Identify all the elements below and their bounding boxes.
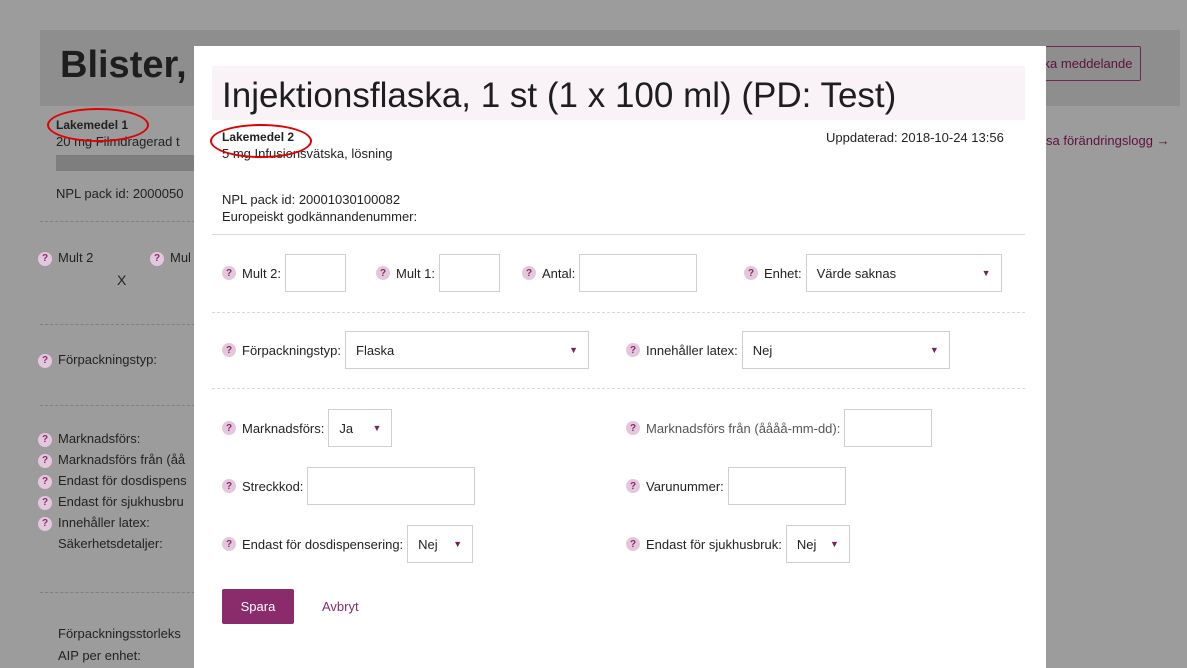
- save-button[interactable]: Spara: [222, 589, 294, 624]
- background-marketed: ? Marknadsförs:: [38, 431, 140, 447]
- antal-field: ? Antal:: [522, 254, 698, 292]
- help-icon[interactable]: ?: [626, 537, 640, 551]
- background-mult1: ? Mul: [150, 250, 191, 266]
- background-aip-per-unit: AIP per enhet:: [58, 648, 141, 663]
- background-package-size: Förpackningsstorleks: [58, 626, 181, 641]
- help-icon: ?: [38, 474, 52, 489]
- marketed-select[interactable]: Ja ▼: [328, 409, 393, 447]
- marketed-field: ? Marknadsförs: Ja ▼: [222, 409, 393, 447]
- modal-divider: [212, 312, 1025, 313]
- background-safety-details: Säkerhetsdetaljer:: [58, 536, 163, 551]
- packaging-type-field: ? Förpackningstyp: Flaska ▼: [222, 331, 589, 369]
- packaging-type-label: Förpackningstyp:: [242, 342, 341, 358]
- background-divider: [40, 324, 195, 325]
- latex-field: ? Innehåller latex: Nej ▼: [626, 331, 950, 369]
- background-packaging-type: ? Förpackningstyp:: [38, 352, 157, 368]
- mult2-field: ? Mult 2:: [222, 254, 347, 292]
- help-icon[interactable]: ?: [376, 266, 390, 280]
- help-icon: ?: [38, 495, 52, 510]
- background-npl-pack-id: NPL pack id: 2000050: [56, 186, 184, 201]
- chevron-down-icon: ▼: [453, 539, 463, 549]
- latex-selected-value: Nej: [752, 342, 773, 358]
- barcode-label: Streckkod:: [242, 478, 304, 494]
- help-icon: ?: [38, 251, 52, 266]
- enhet-label: Enhet:: [764, 265, 802, 281]
- help-icon[interactable]: ?: [222, 343, 236, 357]
- chevron-down-icon: ▼: [569, 345, 578, 355]
- background-divider: [40, 405, 195, 406]
- help-icon[interactable]: ?: [626, 343, 640, 357]
- modal-divider: [212, 388, 1025, 389]
- help-icon[interactable]: ?: [626, 479, 640, 493]
- highlight-circle: [210, 124, 312, 158]
- chevron-down-icon: ▼: [829, 539, 839, 549]
- help-icon[interactable]: ?: [222, 266, 236, 280]
- antal-label: Antal:: [542, 265, 576, 281]
- marketed-from-field: ? Marknadsförs från (åååå-mm-dd):: [626, 409, 933, 447]
- barcode-input[interactable]: [307, 467, 476, 505]
- background-marketed-from: ? Marknadsförs från (åå: [38, 452, 185, 468]
- modal-npl-pack-id: NPL pack id: 20001030100082: [222, 192, 401, 207]
- hospital-use-field: ? Endast för sjukhusbruk: Nej ▼: [626, 525, 850, 563]
- help-icon: ?: [150, 251, 164, 266]
- background-bar: [56, 155, 196, 171]
- antal-input[interactable]: [579, 254, 698, 292]
- marketed-selected-value: Ja: [339, 420, 354, 436]
- dose-dispensing-select[interactable]: Nej ▼: [407, 525, 474, 563]
- help-icon[interactable]: ?: [222, 479, 236, 493]
- cancel-link[interactable]: Avbryt: [322, 599, 359, 614]
- item-number-input[interactable]: [727, 467, 846, 505]
- barcode-field: ? Streckkod:: [222, 467, 476, 505]
- marketed-from-label: Marknadsförs från (åååå-mm-dd):: [646, 420, 841, 436]
- item-number-label: Varunummer:: [646, 478, 724, 494]
- background-hospital-use: ? Endast för sjukhusbru: [38, 494, 184, 510]
- edit-package-modal: Injektionsflaska, 1 st (1 x 100 ml) (PD:…: [194, 46, 1046, 668]
- mult2-input[interactable]: [285, 254, 347, 292]
- dose-dispensing-selected-value: Nej: [418, 536, 438, 552]
- help-icon[interactable]: ?: [522, 266, 536, 280]
- highlight-circle: [47, 108, 149, 142]
- chevron-down-icon: ▼: [372, 423, 382, 433]
- chevron-down-icon: ▼: [929, 345, 939, 355]
- help-icon[interactable]: ?: [744, 266, 758, 280]
- dose-dispensing-label: Endast för dosdispensering:: [242, 536, 404, 552]
- mult1-label: Mult 1:: [396, 265, 436, 281]
- enhet-select[interactable]: Värde saknas ▼: [805, 254, 1002, 292]
- background-latex: ? Innehåller latex:: [38, 515, 150, 531]
- dose-dispensing-field: ? Endast för dosdispensering: Nej ▼: [222, 525, 474, 563]
- mult1-input[interactable]: [439, 254, 501, 292]
- mult1-field: ? Mult 1:: [376, 254, 501, 292]
- enhet-selected-value: Värde saknas: [816, 265, 897, 281]
- background-dose-dispensing: ? Endast för dosdispens: [38, 473, 187, 489]
- marketed-label: Marknadsförs:: [242, 420, 325, 436]
- mult2-label: Mult 2:: [242, 265, 282, 281]
- hospital-use-label: Endast för sjukhusbruk:: [646, 536, 782, 552]
- help-icon: ?: [38, 516, 52, 531]
- help-icon: ?: [38, 453, 52, 468]
- background-divider: [40, 592, 195, 593]
- enhet-field: ? Enhet: Värde saknas ▼: [744, 254, 1002, 292]
- hospital-use-select[interactable]: Nej ▼: [785, 525, 850, 563]
- item-number-field: ? Varunummer:: [626, 467, 846, 505]
- help-icon: ?: [38, 353, 52, 368]
- modal-divider: [212, 234, 1025, 235]
- background-mult2: ? Mult 2: [38, 250, 93, 266]
- hospital-use-selected-value: Nej: [796, 536, 817, 552]
- chevron-down-icon: ▼: [981, 268, 991, 278]
- help-icon[interactable]: ?: [626, 421, 640, 435]
- modal-updated-timestamp: Uppdaterad: 2018-10-24 13:56: [826, 130, 1004, 145]
- help-icon[interactable]: ?: [222, 421, 236, 435]
- help-icon[interactable]: ?: [222, 537, 236, 551]
- background-divider: [40, 221, 195, 222]
- background-x: X: [117, 272, 127, 288]
- latex-select[interactable]: Nej ▼: [741, 331, 950, 369]
- packaging-type-select[interactable]: Flaska ▼: [345, 331, 589, 369]
- help-icon: ?: [38, 432, 52, 447]
- change-log-link[interactable]: sa förändringslogg →: [1046, 133, 1170, 148]
- marketed-from-input[interactable]: [844, 409, 933, 447]
- latex-label: Innehåller latex:: [646, 342, 738, 358]
- modal-eu-approval-number: Europeiskt godkännandenummer:: [222, 209, 418, 224]
- packaging-type-selected-value: Flaska: [356, 342, 395, 358]
- modal-title: Injektionsflaska, 1 st (1 x 100 ml) (PD:…: [222, 76, 897, 115]
